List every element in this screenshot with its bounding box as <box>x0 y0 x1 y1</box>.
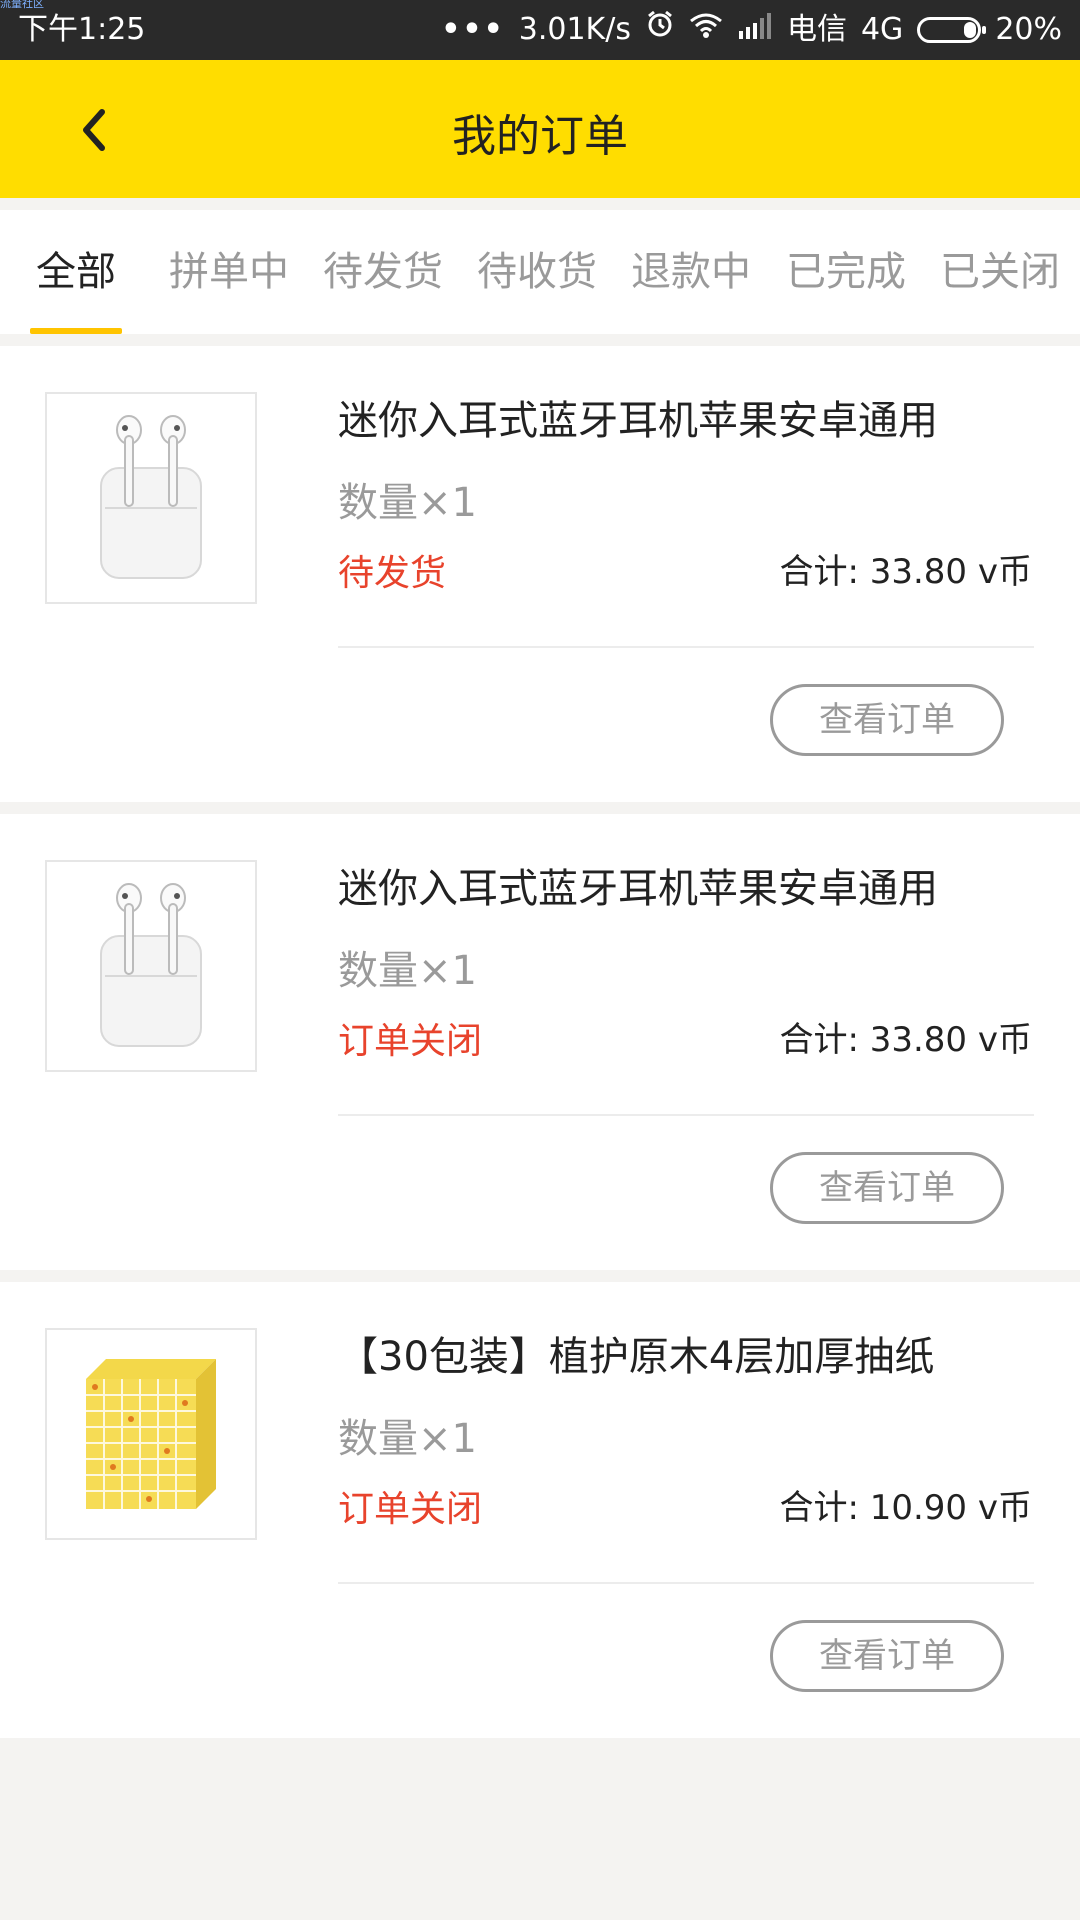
tab-to-receive[interactable]: 待收货 <box>477 210 597 334</box>
page-title: 我的订单 <box>452 111 628 162</box>
battery-icon <box>917 17 987 43</box>
network-speed: 3.01K/s <box>518 12 631 47</box>
network-type: 4G <box>860 12 904 47</box>
alarm-icon <box>645 0 675 60</box>
status-time: 下午1:25 <box>18 12 146 47</box>
product-image[interactable] <box>45 860 257 1072</box>
tab-closed[interactable]: 已关闭 <box>940 210 1060 334</box>
view-order-button[interactable]: 查看订单 <box>770 1152 1004 1224</box>
more-dots: ••• <box>441 12 505 47</box>
tab-to-ship[interactable]: 待发货 <box>323 210 443 334</box>
divider <box>338 1114 1034 1116</box>
earbuds-image <box>100 415 202 579</box>
tab-refunding[interactable]: 退款中 <box>631 210 751 334</box>
order-status: 待发货 <box>338 553 447 594</box>
app-header: 我的订单 <box>0 60 1080 198</box>
product-image[interactable] <box>45 392 257 604</box>
product-name[interactable]: 【30包装】植护原木4层加厚抽纸 <box>338 1324 934 1382</box>
product-image[interactable] <box>45 1328 257 1540</box>
view-order-button[interactable]: 查看订单 <box>770 1620 1004 1692</box>
tab-all[interactable]: 全部 <box>36 210 116 334</box>
tab-completed[interactable]: 已完成 <box>786 210 906 334</box>
order-card: 迷你入耳式蓝牙耳机苹果安卓通用 数量×1 待发货 合计: 33.80 v币 查看… <box>0 346 1080 802</box>
status-bar: 流量社区 下午1:25 ••• 3.01K/s 电信 4G 20% <box>0 0 1080 60</box>
battery-level: 20% <box>995 12 1062 47</box>
divider <box>338 1582 1034 1584</box>
product-quantity: 数量×1 <box>338 1416 477 1462</box>
order-total: 合计: 33.80 v币 <box>779 552 1032 592</box>
order-status: 订单关闭 <box>338 1489 483 1530</box>
signal-icon <box>737 0 773 60</box>
order-tabs: 全部 拼单中 待发货 待收货 退款中 已完成 已关闭 <box>0 210 1080 334</box>
order-total: 合计: 33.80 v币 <box>779 1020 1032 1060</box>
product-name[interactable]: 迷你入耳式蓝牙耳机苹果安卓通用 <box>338 856 938 914</box>
tab-group-buying[interactable]: 拼单中 <box>169 210 289 334</box>
product-quantity: 数量×1 <box>338 948 477 994</box>
order-total: 合计: 10.90 v币 <box>779 1488 1032 1528</box>
earbuds-image <box>100 883 202 1047</box>
tissue-boxes-image <box>86 1359 216 1509</box>
status-right-group: ••• 3.01K/s 电信 4G 20% <box>441 0 1062 60</box>
view-order-button[interactable]: 查看订单 <box>770 684 1004 756</box>
order-status: 订单关闭 <box>338 1021 483 1062</box>
product-name[interactable]: 迷你入耳式蓝牙耳机苹果安卓通用 <box>338 388 938 446</box>
divider <box>338 646 1034 648</box>
order-card: 迷你入耳式蓝牙耳机苹果安卓通用 数量×1 订单关闭 合计: 33.80 v币 查… <box>0 814 1080 1270</box>
active-tab-indicator <box>30 328 122 334</box>
product-quantity: 数量×1 <box>338 480 477 526</box>
order-card: 【30包装】植护原木4层加厚抽纸 数量×1 订单关闭 合计: 10.90 v币 … <box>0 1282 1080 1738</box>
wifi-icon <box>689 0 723 60</box>
carrier-name: 电信 <box>786 12 847 47</box>
